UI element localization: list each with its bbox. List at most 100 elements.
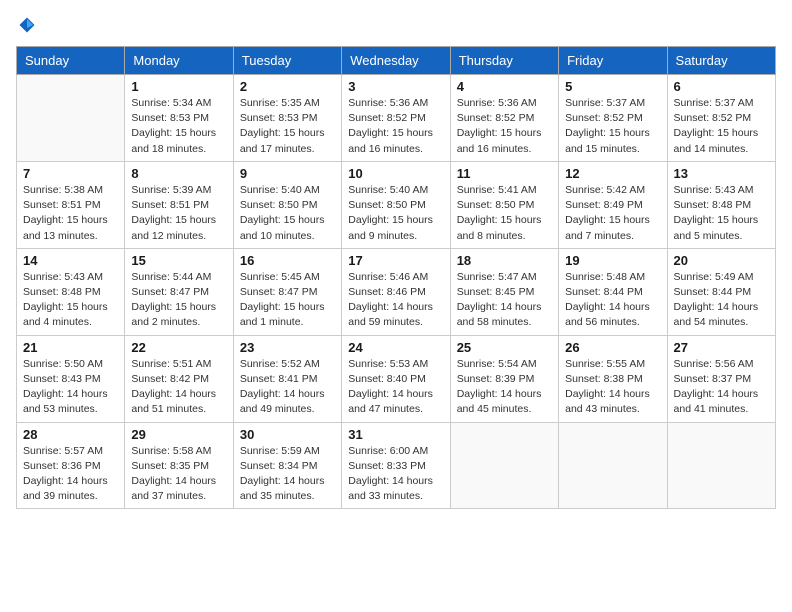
calendar-week-row: 7 Sunrise: 5:38 AM Sunset: 8:51 PM Daylig… <box>17 161 776 248</box>
day-number: 15 <box>131 253 226 268</box>
table-row: 5 Sunrise: 5:37 AM Sunset: 8:52 PM Daylig… <box>559 75 667 162</box>
day-info: Sunrise: 5:44 AM Sunset: 8:47 PM Dayligh… <box>131 270 226 331</box>
calendar-table: SundayMondayTuesdayWednesdayThursdayFrid… <box>16 46 776 509</box>
day-number: 30 <box>240 427 335 442</box>
table-row: 17 Sunrise: 5:46 AM Sunset: 8:46 PM Dayli… <box>342 248 450 335</box>
table-row: 31Sunrise: 6:00 AM Sunset: 8:33 PM Dayli… <box>342 422 450 509</box>
day-info: Sunrise: 5:55 AM Sunset: 8:38 PM Dayligh… <box>565 357 660 418</box>
table-row <box>667 422 775 509</box>
table-row: 4 Sunrise: 5:36 AM Sunset: 8:52 PM Daylig… <box>450 75 558 162</box>
table-row: 25 Sunrise: 5:54 AM Sunset: 8:39 PM Dayli… <box>450 335 558 422</box>
day-info: Sunrise: 5:52 AM Sunset: 8:41 PM Dayligh… <box>240 357 335 418</box>
page-header <box>16 16 776 34</box>
day-number: 7 <box>23 166 118 181</box>
day-number: 2 <box>240 79 335 94</box>
day-number: 11 <box>457 166 552 181</box>
day-number: 29 <box>131 427 226 442</box>
day-info: Sunrise: 5:58 AM Sunset: 8:35 PM Dayligh… <box>131 444 226 505</box>
day-number: 21 <box>23 340 118 355</box>
day-info: Sunrise: 5:45 AM Sunset: 8:47 PM Dayligh… <box>240 270 335 331</box>
table-row: 24 Sunrise: 5:53 AM Sunset: 8:40 PM Dayli… <box>342 335 450 422</box>
day-info: Sunrise: 5:56 AM Sunset: 8:37 PM Dayligh… <box>674 357 769 418</box>
calendar-week-row: 1 Sunrise: 5:34 AM Sunset: 8:53 PM Daylig… <box>17 75 776 162</box>
day-number: 20 <box>674 253 769 268</box>
day-info: Sunrise: 5:53 AM Sunset: 8:40 PM Dayligh… <box>348 357 443 418</box>
table-row: 2Sunrise: 5:35 AM Sunset: 8:53 PM Daylig… <box>233 75 341 162</box>
day-number: 12 <box>565 166 660 181</box>
day-number: 27 <box>674 340 769 355</box>
table-row: 6 Sunrise: 5:37 AM Sunset: 8:52 PM Daylig… <box>667 75 775 162</box>
table-row: 14 Sunrise: 5:43 AM Sunset: 8:48 PM Dayli… <box>17 248 125 335</box>
table-row: 1 Sunrise: 5:34 AM Sunset: 8:53 PM Daylig… <box>125 75 233 162</box>
table-row: 19Sunrise: 5:48 AM Sunset: 8:44 PM Dayli… <box>559 248 667 335</box>
day-info: Sunrise: 5:47 AM Sunset: 8:45 PM Dayligh… <box>457 270 552 331</box>
day-info: Sunrise: 6:00 AM Sunset: 8:33 PM Dayligh… <box>348 444 443 505</box>
day-info: Sunrise: 5:40 AM Sunset: 8:50 PM Dayligh… <box>240 183 335 244</box>
table-row: 22 Sunrise: 5:51 AM Sunset: 8:42 PM Dayli… <box>125 335 233 422</box>
day-info: Sunrise: 5:46 AM Sunset: 8:46 PM Dayligh… <box>348 270 443 331</box>
calendar-week-row: 28 Sunrise: 5:57 AM Sunset: 8:36 PM Dayli… <box>17 422 776 509</box>
day-info: Sunrise: 5:34 AM Sunset: 8:53 PM Dayligh… <box>131 96 226 157</box>
day-info: Sunrise: 5:36 AM Sunset: 8:52 PM Dayligh… <box>457 96 552 157</box>
calendar-day-header: Friday <box>559 47 667 75</box>
day-number: 3 <box>348 79 443 94</box>
calendar-day-header: Thursday <box>450 47 558 75</box>
calendar-day-header: Monday <box>125 47 233 75</box>
day-info: Sunrise: 5:40 AM Sunset: 8:50 PM Dayligh… <box>348 183 443 244</box>
day-info: Sunrise: 5:37 AM Sunset: 8:52 PM Dayligh… <box>674 96 769 157</box>
table-row: 23Sunrise: 5:52 AM Sunset: 8:41 PM Dayli… <box>233 335 341 422</box>
table-row: 26 Sunrise: 5:55 AM Sunset: 8:38 PM Dayli… <box>559 335 667 422</box>
day-number: 26 <box>565 340 660 355</box>
day-number: 25 <box>457 340 552 355</box>
table-row: 18 Sunrise: 5:47 AM Sunset: 8:45 PM Dayli… <box>450 248 558 335</box>
day-info: Sunrise: 5:59 AM Sunset: 8:34 PM Dayligh… <box>240 444 335 505</box>
table-row: 11 Sunrise: 5:41 AM Sunset: 8:50 PM Dayli… <box>450 161 558 248</box>
day-number: 8 <box>131 166 226 181</box>
calendar-header-row: SundayMondayTuesdayWednesdayThursdayFrid… <box>17 47 776 75</box>
table-row <box>559 422 667 509</box>
day-info: Sunrise: 5:54 AM Sunset: 8:39 PM Dayligh… <box>457 357 552 418</box>
day-info: Sunrise: 5:49 AM Sunset: 8:44 PM Dayligh… <box>674 270 769 331</box>
day-number: 18 <box>457 253 552 268</box>
day-number: 17 <box>348 253 443 268</box>
day-info: Sunrise: 5:36 AM Sunset: 8:52 PM Dayligh… <box>348 96 443 157</box>
day-number: 13 <box>674 166 769 181</box>
day-number: 16 <box>240 253 335 268</box>
table-row: 29 Sunrise: 5:58 AM Sunset: 8:35 PM Dayli… <box>125 422 233 509</box>
table-row: 16 Sunrise: 5:45 AM Sunset: 8:47 PM Dayli… <box>233 248 341 335</box>
calendar-day-header: Tuesday <box>233 47 341 75</box>
calendar-week-row: 14 Sunrise: 5:43 AM Sunset: 8:48 PM Dayli… <box>17 248 776 335</box>
table-row: 8Sunrise: 5:39 AM Sunset: 8:51 PM Daylig… <box>125 161 233 248</box>
day-number: 28 <box>23 427 118 442</box>
table-row <box>17 75 125 162</box>
day-info: Sunrise: 5:43 AM Sunset: 8:48 PM Dayligh… <box>23 270 118 331</box>
day-info: Sunrise: 5:51 AM Sunset: 8:42 PM Dayligh… <box>131 357 226 418</box>
day-number: 14 <box>23 253 118 268</box>
day-info: Sunrise: 5:37 AM Sunset: 8:52 PM Dayligh… <box>565 96 660 157</box>
day-number: 10 <box>348 166 443 181</box>
day-number: 9 <box>240 166 335 181</box>
day-number: 4 <box>457 79 552 94</box>
table-row: 10 Sunrise: 5:40 AM Sunset: 8:50 PM Dayli… <box>342 161 450 248</box>
day-info: Sunrise: 5:41 AM Sunset: 8:50 PM Dayligh… <box>457 183 552 244</box>
day-number: 22 <box>131 340 226 355</box>
table-row: 3 Sunrise: 5:36 AM Sunset: 8:52 PM Daylig… <box>342 75 450 162</box>
table-row: 13Sunrise: 5:43 AM Sunset: 8:48 PM Dayli… <box>667 161 775 248</box>
logo-icon <box>18 16 36 34</box>
table-row: 21Sunrise: 5:50 AM Sunset: 8:43 PM Dayli… <box>17 335 125 422</box>
calendar-week-row: 21Sunrise: 5:50 AM Sunset: 8:43 PM Dayli… <box>17 335 776 422</box>
table-row: 15 Sunrise: 5:44 AM Sunset: 8:47 PM Dayli… <box>125 248 233 335</box>
table-row <box>450 422 558 509</box>
day-number: 1 <box>131 79 226 94</box>
table-row: 7 Sunrise: 5:38 AM Sunset: 8:51 PM Daylig… <box>17 161 125 248</box>
table-row: 28 Sunrise: 5:57 AM Sunset: 8:36 PM Dayli… <box>17 422 125 509</box>
day-info: Sunrise: 5:57 AM Sunset: 8:36 PM Dayligh… <box>23 444 118 505</box>
day-number: 5 <box>565 79 660 94</box>
table-row: 12 Sunrise: 5:42 AM Sunset: 8:49 PM Dayli… <box>559 161 667 248</box>
table-row: 9 Sunrise: 5:40 AM Sunset: 8:50 PM Daylig… <box>233 161 341 248</box>
table-row: 27 Sunrise: 5:56 AM Sunset: 8:37 PM Dayli… <box>667 335 775 422</box>
day-info: Sunrise: 5:42 AM Sunset: 8:49 PM Dayligh… <box>565 183 660 244</box>
day-number: 6 <box>674 79 769 94</box>
day-info: Sunrise: 5:38 AM Sunset: 8:51 PM Dayligh… <box>23 183 118 244</box>
day-number: 24 <box>348 340 443 355</box>
